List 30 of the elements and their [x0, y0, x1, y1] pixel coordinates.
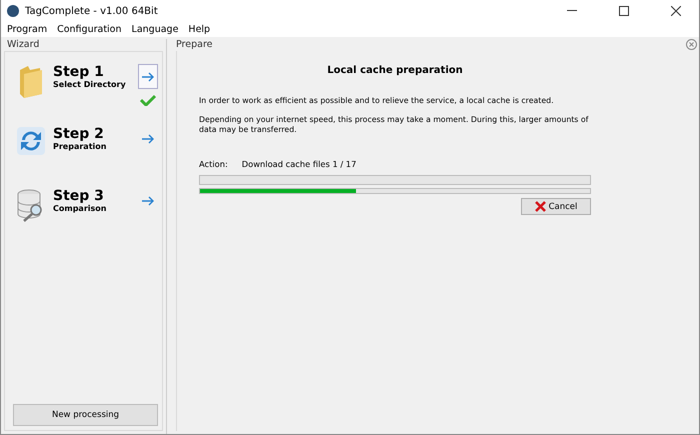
- step-subtitle: Preparation: [53, 142, 108, 151]
- minimize-icon: [567, 10, 577, 12]
- menu-item[interactable]: Help: [188, 24, 210, 35]
- arrow-right-icon: [141, 72, 155, 82]
- heading: Local cache preparation: [326, 65, 464, 76]
- refresh-icon: [16, 126, 46, 156]
- action-text: Download cache files 1 / 17: [242, 159, 356, 169]
- step-title: Step 2: [53, 126, 105, 142]
- arrow-right-icon: [141, 134, 155, 144]
- step-subtitle: Comparison: [53, 204, 108, 213]
- step-subtitle: Select Directory: [53, 80, 127, 89]
- next-step-button[interactable]: [138, 64, 158, 89]
- close-icon[interactable]: [686, 39, 697, 50]
- menu-item[interactable]: Configuration: [57, 24, 122, 35]
- panel-title: Wizard: [6, 39, 40, 51]
- menu-item[interactable]: Language: [132, 24, 178, 35]
- app-icon: [7, 5, 19, 17]
- window-title: TagComplete - v1.00 64Bit: [25, 6, 159, 16]
- new-processing-button[interactable]: New processing: [13, 404, 158, 426]
- folder-icon: [18, 64, 44, 100]
- menu-item[interactable]: Program: [7, 24, 48, 35]
- step-title: Step 3: [53, 188, 105, 204]
- cross-icon: [534, 201, 546, 212]
- action-label: Action:: [199, 159, 228, 169]
- close-icon: [671, 6, 681, 16]
- step-title: Step 1: [53, 64, 105, 80]
- maximize-icon: [619, 6, 629, 16]
- cancel-button[interactable]: Cancel: [521, 198, 591, 215]
- arrow-right-icon: [141, 196, 155, 206]
- panel-title: Prepare: [175, 39, 214, 51]
